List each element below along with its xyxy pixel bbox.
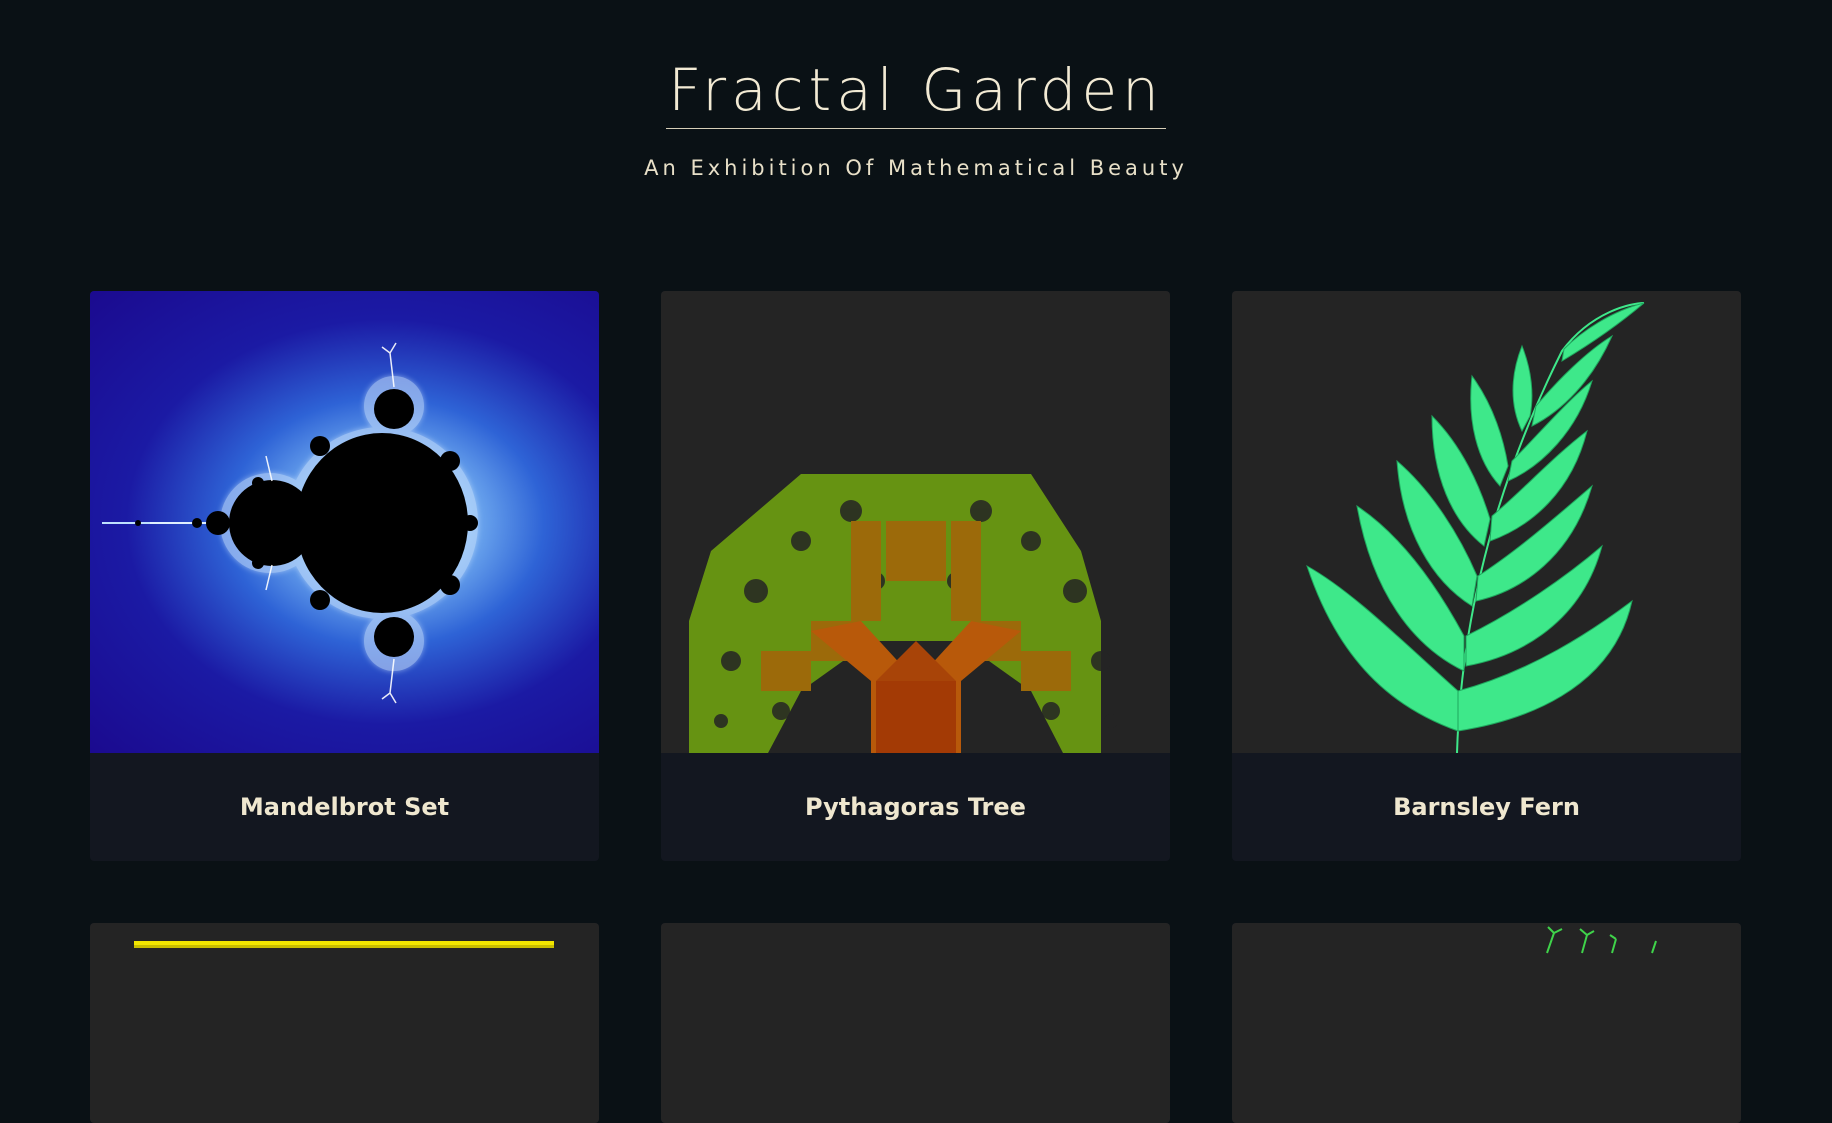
page-subtitle: An Exhibition Of Mathematical Beauty [644,156,1188,180]
gallery-card[interactable] [661,923,1170,1123]
gallery-card-mandelbrot[interactable]: Mandelbrot Set [90,291,599,861]
mandelbrot-svg [102,342,478,704]
card-title[interactable]: Barnsley Fern [1232,753,1741,861]
gallery-card-barnsley-fern[interactable]: Barnsley Fern [1232,291,1741,861]
fractal-image[interactable] [1232,923,1741,1123]
pythagoras-tree-image[interactable] [661,291,1170,753]
gallery-card[interactable] [90,923,599,1123]
barnsley-fern-svg [1306,302,1645,753]
card-title[interactable]: Pythagoras Tree [661,753,1170,861]
gallery-card-pythagoras-tree[interactable]: Pythagoras Tree [661,291,1170,861]
fractal-image[interactable] [90,923,599,1123]
page-title: Fractal Garden [666,58,1166,129]
card-title[interactable]: Mandelbrot Set [90,753,599,861]
pythagoras-tree-svg [689,474,1118,753]
barnsley-fern-image[interactable] [1232,291,1741,753]
fractal-image[interactable] [661,923,1170,1123]
gallery-card[interactable] [1232,923,1741,1123]
mandelbrot-image[interactable] [90,291,599,753]
